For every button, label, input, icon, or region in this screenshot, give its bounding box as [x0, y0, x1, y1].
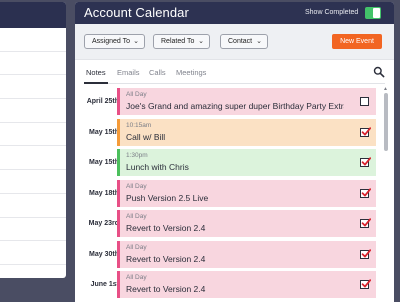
event-title: Revert to Version 2.4	[126, 284, 206, 294]
show-completed-toggle[interactable]	[365, 7, 381, 19]
event-card[interactable]: All Day Push Version 2.5 Live	[117, 179, 376, 207]
event-row[interactable]: May 15th 1:30pm Lunch with Chris	[75, 149, 385, 176]
show-completed-label: Show Completed	[305, 9, 359, 16]
event-date: May 30th	[89, 250, 119, 258]
event-card[interactable]: 1:30pm Lunch with Chris	[117, 149, 376, 176]
event-time: All Day	[126, 91, 147, 98]
checked-checkbox-icon[interactable]	[360, 157, 371, 167]
tab-divider	[84, 83, 385, 84]
account-calendar-panel: Account Calendar Show Completed Assigned…	[75, 2, 394, 302]
tab-emails[interactable]: Emails	[117, 68, 140, 77]
event-card[interactable]: All Day Revert to Version 2.4	[117, 271, 376, 298]
toggle-knob	[373, 8, 380, 18]
event-row[interactable]: May 15th 10:15am Call w/ Bill	[75, 118, 385, 146]
event-title: Call w/ Bill	[126, 131, 166, 142]
event-row[interactable]: April 25th All Day Joe's Grand and amazing…	[75, 88, 385, 115]
checked-checkbox-icon[interactable]	[360, 248, 371, 259]
scrollbar[interactable]: ▲	[382, 86, 389, 302]
event-date: May 15th	[89, 128, 119, 136]
event-row[interactable]: May 30th All Day Revert to Version 2.4	[75, 240, 385, 268]
background-list-row	[0, 75, 66, 100]
background-list-row	[0, 99, 66, 123]
chevron-down-icon: ⌄	[133, 38, 139, 45]
new-event-button[interactable]: New Event	[332, 34, 382, 49]
event-time: 10:15am	[126, 121, 152, 129]
scroll-up-arrow-icon[interactable]: ▲	[383, 86, 388, 92]
related-to-dropdown[interactable]: Related To ⌄	[153, 34, 210, 49]
event-date: May 15th	[89, 159, 119, 166]
event-title: Lunch with Chris	[126, 162, 189, 172]
background-list-header	[0, 2, 66, 28]
event-date: May 23rd	[88, 220, 119, 227]
chevron-down-icon: ⌄	[256, 38, 262, 45]
event-date: April 25th	[86, 98, 119, 105]
event-row[interactable]: May 18th All Day Push Version 2.5 Live	[75, 179, 385, 207]
checkbox-icon[interactable]	[360, 97, 369, 106]
active-tab-indicator	[84, 82, 108, 84]
checked-checkbox-icon[interactable]	[360, 126, 371, 137]
event-card[interactable]: All Day Revert to Version 2.4	[117, 210, 376, 237]
background-list-row	[0, 218, 66, 242]
event-time: All Day	[126, 274, 147, 281]
chevron-down-icon: ⌄	[198, 38, 204, 45]
panel-title: Account Calendar	[84, 5, 189, 20]
background-list-panel	[0, 2, 66, 278]
background-list-row	[0, 146, 66, 171]
event-card[interactable]: All Day Joe's Grand and amazing super dup…	[117, 88, 376, 115]
event-card[interactable]: 10:15am Call w/ Bill	[117, 118, 376, 146]
event-time: All Day	[126, 182, 147, 190]
tab-calls[interactable]: Calls	[149, 68, 166, 77]
event-title: Push Version 2.5 Live	[126, 192, 209, 203]
scroll-thumb[interactable]	[384, 93, 388, 151]
panel-header: Account Calendar Show Completed	[75, 2, 394, 24]
tab-meetings[interactable]: Meetings	[176, 68, 206, 77]
event-row[interactable]: June 1st All Day Revert to Version 2.4	[75, 271, 385, 298]
event-title: Revert to Version 2.4	[126, 223, 206, 233]
filter-bar: Assigned To ⌄ Related To ⌄ Contact ⌄ New…	[75, 24, 394, 60]
background-list-row	[0, 241, 66, 265]
background-list-row	[0, 123, 66, 147]
tab-bar: Notes Emails Calls Meetings	[75, 66, 394, 84]
contact-dropdown[interactable]: Contact ⌄	[220, 34, 268, 49]
event-date: May 18th	[89, 189, 119, 197]
contact-label: Contact	[228, 38, 253, 45]
assigned-to-dropdown[interactable]: Assigned To ⌄	[84, 34, 145, 49]
event-date: June 1st	[90, 281, 119, 288]
event-list: April 25th All Day Joe's Grand and amazing…	[75, 86, 394, 302]
related-to-label: Related To	[161, 38, 195, 45]
event-title: Revert to Version 2.4	[126, 253, 206, 264]
search-icon[interactable]	[373, 66, 385, 78]
event-title: Joe's Grand and amazing super duper Birt…	[126, 101, 344, 111]
tab-notes[interactable]: Notes	[86, 68, 106, 77]
assigned-to-label: Assigned To	[92, 38, 131, 45]
event-time: All Day	[126, 213, 147, 220]
background-list-row	[0, 170, 66, 194]
event-row[interactable]: May 23rd All Day Revert to Version 2.4	[75, 210, 385, 237]
event-time: All Day	[126, 243, 147, 251]
checked-checkbox-icon[interactable]	[360, 187, 371, 198]
background-list-row	[0, 194, 66, 218]
checked-checkbox-icon[interactable]	[360, 279, 371, 289]
checked-checkbox-icon[interactable]	[360, 218, 371, 228]
background-list-row	[0, 52, 66, 76]
event-card[interactable]: All Day Revert to Version 2.4	[117, 240, 376, 268]
event-time: 1:30pm	[126, 152, 148, 159]
background-list-row	[0, 28, 66, 52]
